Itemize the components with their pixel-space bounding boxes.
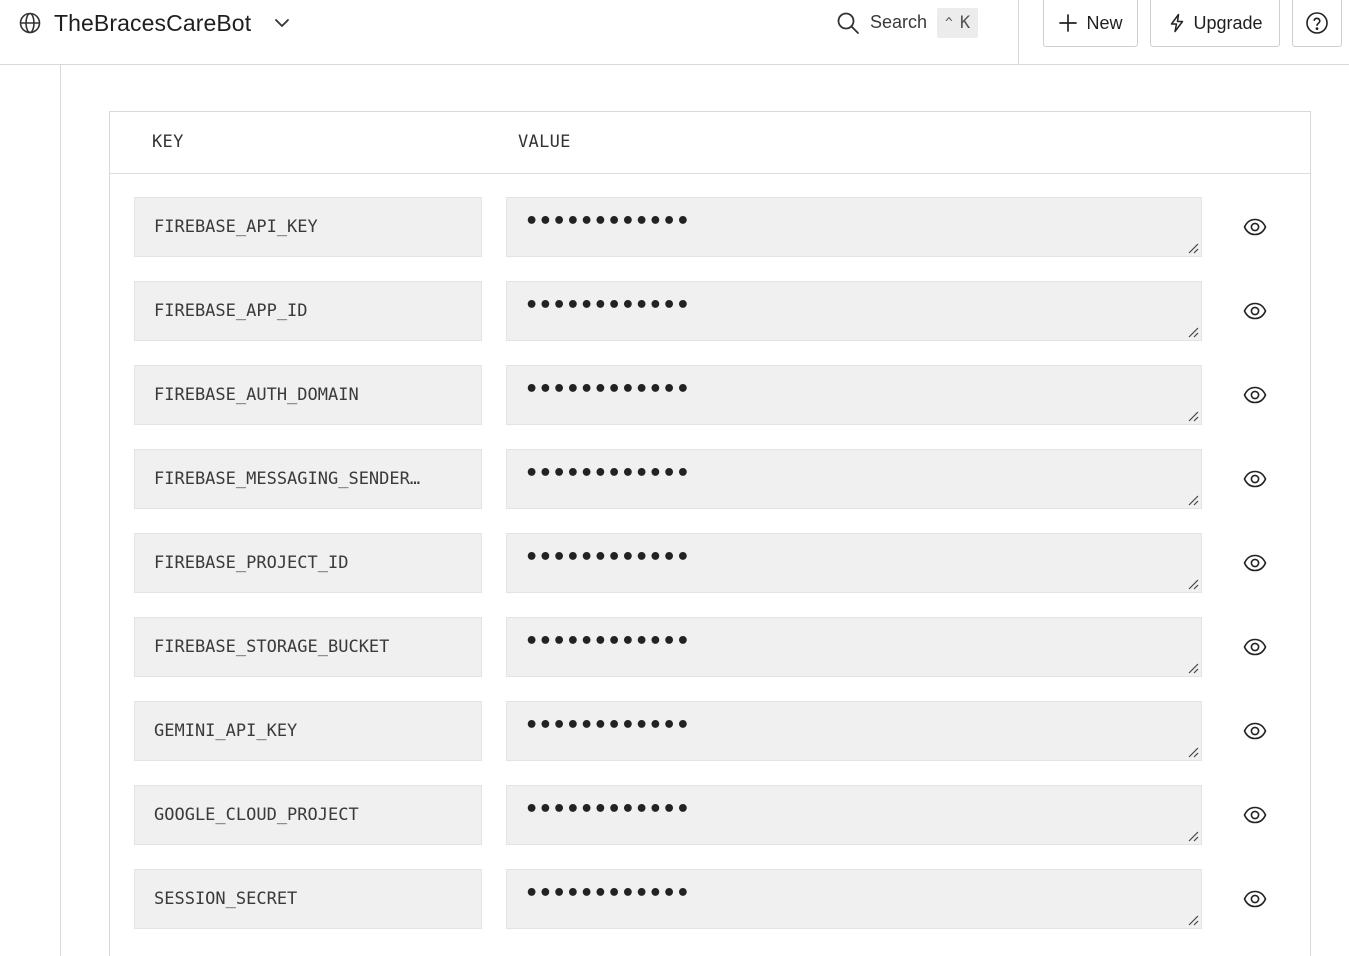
search-icon: [837, 12, 859, 34]
plus-icon: [1059, 14, 1078, 32]
eye-icon[interactable]: [1243, 888, 1267, 910]
project-switcher[interactable]: TheBracesCareBot: [18, 8, 291, 38]
secret-value-text: ••••••••••••: [525, 208, 690, 234]
secret-row: FIREBASE_AUTH_DOMAIN ••••••••••••: [134, 365, 1284, 425]
secret-key-field[interactable]: FIREBASE_AUTH_DOMAIN: [134, 365, 482, 425]
lightning-icon: [1171, 13, 1184, 33]
eye-icon[interactable]: [1243, 720, 1267, 742]
column-header-key: KEY: [152, 132, 184, 152]
secret-key-text: FIREBASE_STORAGE_BUCKET: [154, 637, 390, 657]
secret-key-text: FIREBASE_PROJECT_ID: [154, 553, 349, 573]
secret-key-field[interactable]: GOOGLE_CLOUD_PROJECT: [134, 785, 482, 845]
secret-row: GOOGLE_CLOUD_PROJECT ••••••••••••: [134, 785, 1284, 845]
secret-value-text: ••••••••••••: [525, 544, 690, 570]
eye-icon[interactable]: [1243, 384, 1267, 406]
secret-row: FIREBASE_API_KEY ••••••••••••: [134, 197, 1284, 257]
top-bar: TheBracesCareBot Search ^ K New Upgrade: [0, 0, 1349, 65]
secret-value-field[interactable]: ••••••••••••: [506, 785, 1202, 845]
help-circle-icon: [1306, 12, 1328, 34]
project-name: TheBracesCareBot: [54, 9, 252, 36]
secret-row: SESSION_SECRET ••••••••••••: [134, 869, 1284, 929]
eye-icon[interactable]: [1243, 468, 1267, 490]
secret-key-field[interactable]: FIREBASE_PROJECT_ID: [134, 533, 482, 593]
sidebar-divider: [60, 65, 61, 956]
secret-key-text: FIREBASE_MESSAGING_SENDER…: [154, 469, 421, 489]
resize-handle-icon[interactable]: [1187, 494, 1199, 506]
resize-handle-icon[interactable]: [1187, 578, 1199, 590]
resize-handle-icon[interactable]: [1187, 830, 1199, 842]
secret-key-text: SESSION_SECRET: [154, 889, 298, 909]
secret-value-text: ••••••••••••: [525, 460, 690, 486]
secret-key-text: FIREBASE_APP_ID: [154, 301, 308, 321]
secret-key-text: FIREBASE_AUTH_DOMAIN: [154, 385, 359, 405]
secret-key-field[interactable]: GEMINI_API_KEY: [134, 701, 482, 761]
secret-key-text: GEMINI_API_KEY: [154, 721, 298, 741]
secret-value-text: ••••••••••••: [525, 796, 690, 822]
upgrade-button[interactable]: Upgrade: [1150, 0, 1280, 47]
secret-row: FIREBASE_STORAGE_BUCKET ••••••••••••: [134, 617, 1284, 677]
secret-key-field[interactable]: FIREBASE_APP_ID: [134, 281, 482, 341]
secrets-table: KEY VALUE FIREBASE_API_KEY •••••••••••• …: [109, 111, 1311, 956]
secret-value-text: ••••••••••••: [525, 292, 690, 318]
secret-row: FIREBASE_PROJECT_ID ••••••••••••: [134, 533, 1284, 593]
secret-key-field[interactable]: FIREBASE_STORAGE_BUCKET: [134, 617, 482, 677]
secret-row: GEMINI_API_KEY ••••••••••••: [134, 701, 1284, 761]
help-button[interactable]: [1292, 0, 1342, 47]
secret-value-field[interactable]: ••••••••••••: [506, 869, 1202, 929]
eye-icon[interactable]: [1243, 300, 1267, 322]
shortcut-modifier: ^: [945, 16, 953, 31]
chevron-down-icon: [275, 19, 290, 27]
secret-key-field[interactable]: SESSION_SECRET: [134, 869, 482, 929]
resize-handle-icon[interactable]: [1187, 410, 1199, 422]
secret-value-text: ••••••••••••: [525, 628, 690, 654]
secret-key-text: GOOGLE_CLOUD_PROJECT: [154, 805, 359, 825]
shortcut-key: K: [959, 12, 971, 33]
secret-value-field[interactable]: ••••••••••••: [506, 533, 1202, 593]
column-header-value: VALUE: [518, 132, 571, 152]
eye-icon[interactable]: [1243, 552, 1267, 574]
secret-value-field[interactable]: ••••••••••••: [506, 617, 1202, 677]
resize-handle-icon[interactable]: [1187, 662, 1199, 674]
eye-icon[interactable]: [1243, 804, 1267, 826]
new-button-label: New: [1086, 12, 1123, 33]
table-header: KEY VALUE: [110, 112, 1310, 174]
new-button[interactable]: New: [1043, 0, 1138, 47]
secret-value-field[interactable]: ••••••••••••: [506, 449, 1202, 509]
secret-value-text: ••••••••••••: [525, 880, 690, 906]
secret-value-field[interactable]: ••••••••••••: [506, 281, 1202, 341]
resize-handle-icon[interactable]: [1187, 746, 1199, 758]
secret-row: FIREBASE_APP_ID ••••••••••••: [134, 281, 1284, 341]
secret-row: FIREBASE_MESSAGING_SENDER… ••••••••••••: [134, 449, 1284, 509]
secret-value-text: ••••••••••••: [525, 376, 690, 402]
header-divider: [1018, 0, 1019, 65]
search-button[interactable]: Search ^ K: [836, 7, 979, 38]
eye-icon[interactable]: [1243, 636, 1267, 658]
secret-value-field[interactable]: ••••••••••••: [506, 197, 1202, 257]
search-label: Search: [870, 12, 928, 32]
search-shortcut: ^ K: [937, 7, 979, 38]
secret-value-field[interactable]: ••••••••••••: [506, 701, 1202, 761]
resize-handle-icon[interactable]: [1187, 914, 1199, 926]
secret-key-field[interactable]: FIREBASE_API_KEY: [134, 197, 482, 257]
secret-value-text: ••••••••••••: [525, 712, 690, 738]
secret-key-text: FIREBASE_API_KEY: [154, 217, 318, 237]
secret-key-field[interactable]: FIREBASE_MESSAGING_SENDER…: [134, 449, 482, 509]
secret-value-field[interactable]: ••••••••••••: [506, 365, 1202, 425]
resize-handle-icon[interactable]: [1187, 326, 1199, 338]
resize-handle-icon[interactable]: [1187, 242, 1199, 254]
globe-icon: [19, 12, 41, 34]
eye-icon[interactable]: [1243, 216, 1267, 238]
upgrade-button-label: Upgrade: [1193, 12, 1263, 33]
